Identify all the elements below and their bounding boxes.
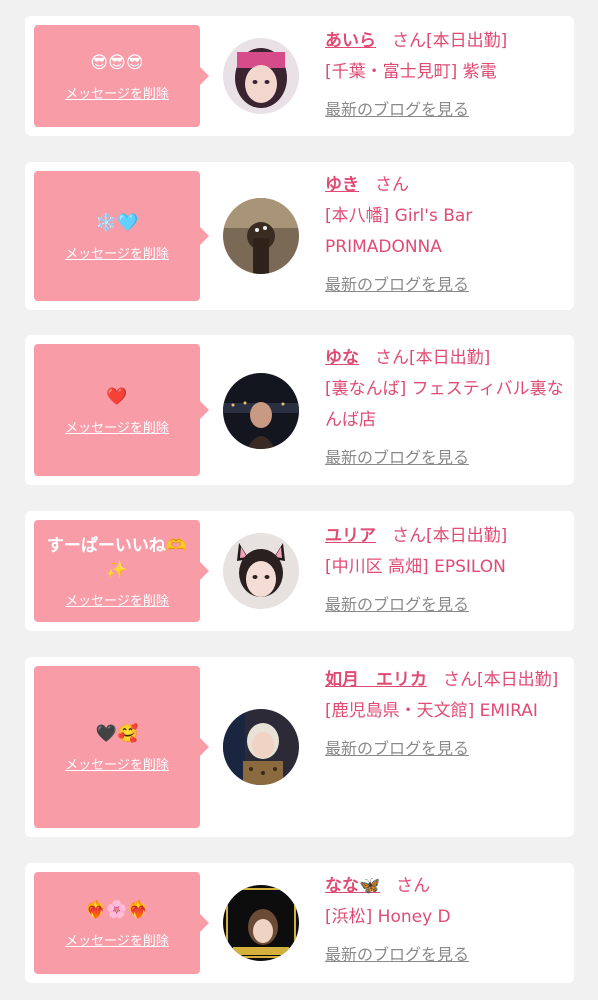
message-card: ❤️‍🔥🌸❤️‍🔥 メッセージを削除 なな🦋 さん [浜松] Honey D 最新… <box>25 863 574 983</box>
latest-blog-link[interactable]: 最新のブログを見る <box>325 733 565 764</box>
delete-message-link[interactable]: メッセージを削除 <box>65 930 169 949</box>
cast-info: あいら さん[本日出勤] [千葉・富士見町] 紫電 最新のブログを見る <box>325 26 565 125</box>
latest-blog-link[interactable]: 最新のブログを見る <box>325 939 565 970</box>
delete-message-link[interactable]: メッセージを削除 <box>65 590 169 609</box>
shop-name: [鹿児島県・天文館] EMIRAI <box>325 701 538 721</box>
cast-info: ユリア さん[本日出勤] [中川区 高畑] EPSILON 最新のブログを見る <box>325 521 565 620</box>
avatar[interactable] <box>223 373 299 449</box>
message-card: ❤️ メッセージを削除 ゆな さん[本日出勤] [裏なんば] フェスティバル裏なん… <box>25 335 574 485</box>
status-badge: [本日出勤] <box>426 31 508 51</box>
cast-info: ゆな さん[本日出勤] [裏なんば] フェスティバル裏なんば店 最新のブログを見る <box>325 343 565 473</box>
cast-name-link[interactable]: 如月 エリカ <box>325 670 427 690</box>
message-bubble: ❄️🩵 メッセージを削除 <box>34 171 209 301</box>
shop-name: [千葉・富士見町] 紫電 <box>325 62 497 82</box>
honorific: さん <box>375 348 409 368</box>
shop-name: [浜松] Honey D <box>325 907 451 927</box>
status-badge: [本日出勤] <box>409 348 491 368</box>
honorific: さん <box>392 31 426 51</box>
delete-message-link[interactable]: メッセージを削除 <box>65 417 169 436</box>
cast-info: ゆき さん [本八幡] Girl's Bar PRIMADONNA 最新のブログを… <box>325 170 565 300</box>
latest-blog-link[interactable]: 最新のブログを見る <box>325 94 565 125</box>
message-list: 😎😎😎 メッセージを削除 あいら さん[本日出勤] [千葉・富士見町] 紫電 最新… <box>0 0 598 1000</box>
latest-blog-link[interactable]: 最新のブログを見る <box>325 589 565 620</box>
message-bubble: 😎😎😎 メッセージを削除 <box>34 25 209 127</box>
cast-name-link[interactable]: なな🦋 <box>325 876 380 896</box>
delete-message-link[interactable]: メッセージを削除 <box>65 83 169 102</box>
cast-name-link[interactable]: ゆき <box>325 175 359 195</box>
shop-name: [本八幡] Girl's Bar PRIMADONNA <box>325 206 473 257</box>
cast-info: 如月 エリカ さん[本日出勤] [鹿児島県・天文館] EMIRAI 最新のブログを… <box>325 665 565 764</box>
honorific: さん <box>375 175 409 195</box>
shop-name: [中川区 高畑] EPSILON <box>325 557 506 577</box>
honorific: さん <box>392 526 426 546</box>
message-text: ❤️ <box>106 386 128 407</box>
shop-name: [裏なんば] フェスティバル裏なんば店 <box>325 379 564 430</box>
honorific: さん <box>396 876 431 896</box>
message-text: ❄️🩵 <box>95 212 139 233</box>
message-text: すーぱーいいね🫶✨ <box>46 535 188 580</box>
cast-name-link[interactable]: ユリア <box>325 526 376 546</box>
message-text: 😎😎😎 <box>90 52 144 73</box>
cast-info: なな🦋 さん [浜松] Honey D 最新のブログを見る <box>325 871 565 970</box>
message-bubble: ❤️‍🔥🌸❤️‍🔥 メッセージを削除 <box>34 872 209 974</box>
avatar[interactable] <box>223 198 299 274</box>
message-card: ❄️🩵 メッセージを削除 ゆき さん [本八幡] Girl's Bar PRIMA… <box>25 162 574 310</box>
avatar[interactable] <box>223 885 299 961</box>
message-card: すーぱーいいね🫶✨ メッセージを削除 ユリア さん[本日出勤] [中川区 高畑] … <box>25 511 574 631</box>
cast-name-link[interactable]: ゆな <box>325 348 359 368</box>
message-card: 🖤🥰 メッセージを削除 如月 エリカ さん[本日出勤] [鹿児島県・天文館] EM… <box>25 657 574 837</box>
delete-message-link[interactable]: メッセージを削除 <box>65 243 169 262</box>
cast-name-link[interactable]: あいら <box>325 31 376 51</box>
message-bubble: ❤️ メッセージを削除 <box>34 344 209 476</box>
message-bubble: 🖤🥰 メッセージを削除 <box>34 666 209 828</box>
latest-blog-link[interactable]: 最新のブログを見る <box>325 442 565 473</box>
message-bubble: すーぱーいいね🫶✨ メッセージを削除 <box>34 520 209 622</box>
status-badge: [本日出勤] <box>477 670 559 690</box>
avatar[interactable] <box>223 38 299 114</box>
honorific: さん <box>443 670 477 690</box>
delete-message-link[interactable]: メッセージを削除 <box>65 754 169 773</box>
avatar[interactable] <box>223 709 299 785</box>
status-badge: [本日出勤] <box>426 526 508 546</box>
latest-blog-link[interactable]: 最新のブログを見る <box>325 269 565 300</box>
message-text: ❤️‍🔥🌸❤️‍🔥 <box>85 899 149 920</box>
message-card: 😎😎😎 メッセージを削除 あいら さん[本日出勤] [千葉・富士見町] 紫電 最新… <box>25 16 574 136</box>
message-text: 🖤🥰 <box>95 723 139 744</box>
avatar[interactable] <box>223 533 299 609</box>
